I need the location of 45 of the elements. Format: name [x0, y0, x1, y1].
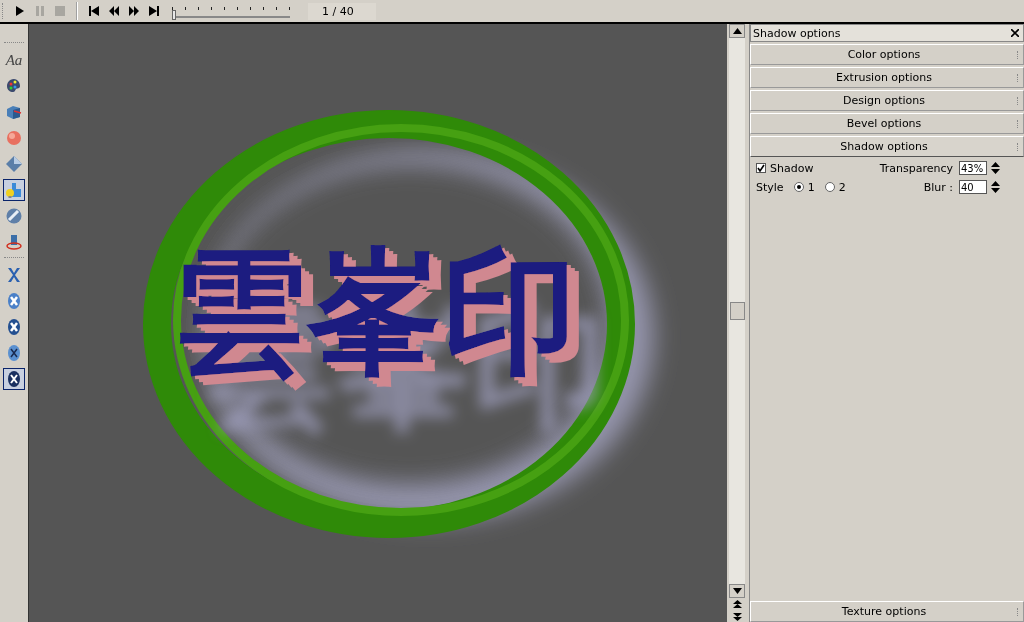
scroll-thumb[interactable]	[730, 302, 745, 320]
timeline-slider[interactable]	[172, 4, 290, 18]
rotate-cube-icon[interactable]	[5, 233, 23, 251]
style-label: Style	[756, 180, 784, 194]
fast-forward-icon[interactable]	[128, 5, 140, 17]
checkbox-label: Shadow	[770, 161, 814, 175]
x-disc-icon[interactable]	[5, 344, 23, 362]
blur-label: Blur :	[923, 180, 953, 194]
metal-sphere-icon[interactable]	[5, 207, 23, 225]
panel-title: Shadow options	[753, 26, 841, 40]
checkmark-icon	[757, 164, 765, 172]
close-icon[interactable]	[1011, 29, 1019, 37]
spinner-arrows-icon[interactable]	[991, 181, 1000, 193]
timeline-thumb[interactable]	[172, 10, 176, 20]
text-tool[interactable]: Aa	[1, 49, 27, 71]
skip-forward-icon[interactable]	[148, 5, 160, 17]
x-disc-icon[interactable]	[5, 318, 23, 336]
section-header[interactable]: Bevel options	[750, 113, 1024, 134]
down-arrow-icon	[732, 588, 742, 594]
section-header[interactable]: Texture options	[750, 601, 1024, 622]
radio-label: 2	[838, 180, 846, 194]
radio-button[interactable]	[824, 182, 835, 192]
transparency-field[interactable]: 43%	[959, 161, 987, 175]
section-header[interactable]: Color options	[750, 44, 1024, 65]
transparency-label: Transparency	[879, 161, 953, 175]
radio-button[interactable]	[793, 182, 804, 192]
up-arrow-icon	[732, 28, 742, 34]
section-header[interactable]: Extrusion options	[750, 67, 1024, 88]
diamond-icon[interactable]	[5, 155, 23, 173]
checkbox[interactable]	[756, 163, 766, 173]
radio-label: 1	[807, 180, 815, 194]
play-icon[interactable]	[14, 5, 26, 17]
section-header[interactable]: Shadow options	[750, 136, 1024, 157]
skip-back-icon[interactable]	[88, 5, 100, 17]
cube-icon[interactable]	[5, 103, 23, 121]
section-header[interactable]: Design options	[750, 90, 1024, 111]
frame-counter: 1 / 40	[308, 2, 376, 20]
vertical-scrollbar[interactable]	[729, 24, 745, 622]
page-down-icon[interactable]	[732, 611, 742, 621]
x-icon[interactable]	[5, 266, 23, 284]
spinner-arrows-icon[interactable]	[991, 162, 1000, 174]
x-disc-icon[interactable]	[5, 370, 23, 388]
palette-icon[interactable]	[5, 77, 23, 95]
rewind-icon[interactable]	[108, 5, 120, 17]
blur-field[interactable]: 40	[959, 180, 987, 194]
